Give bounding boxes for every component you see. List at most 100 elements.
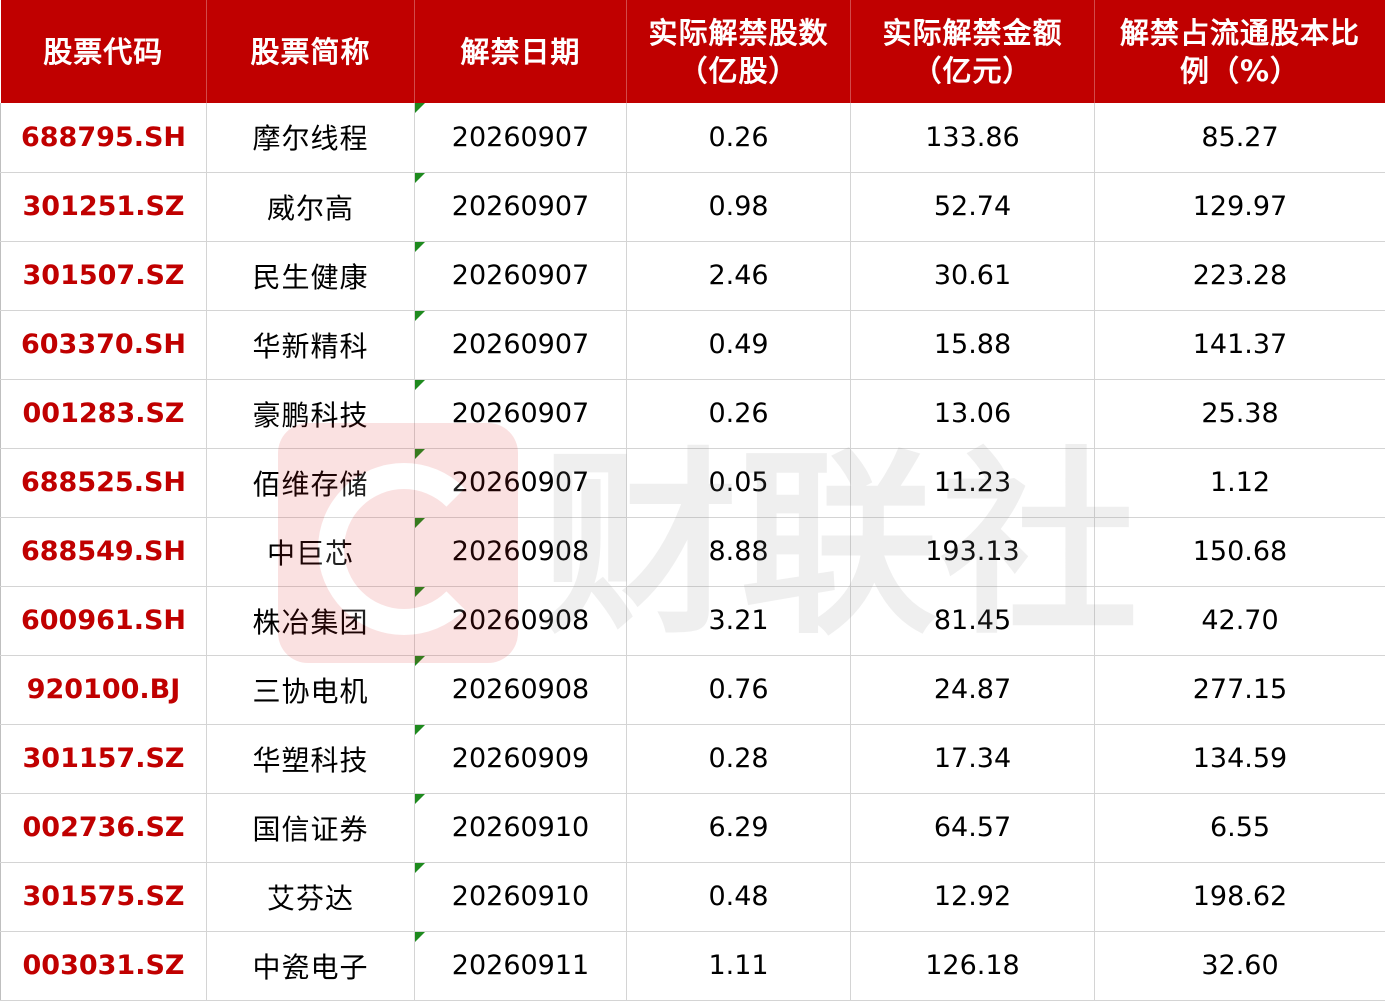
cell-unlock-shares[interactable]: 0.49 (627, 310, 851, 379)
cell-unlock-amount[interactable]: 133.86 (851, 103, 1095, 172)
cell-stock-name[interactable]: 民生健康 (207, 241, 415, 310)
cell-float-ratio[interactable]: 6.55 (1095, 793, 1385, 862)
cell-stock-code[interactable]: 600961.SH (1, 586, 207, 655)
number-as-text-flag-icon (415, 311, 425, 321)
cell-unlock-amount[interactable]: 17.34 (851, 724, 1095, 793)
cell-unlock-date[interactable]: 20260907 (415, 310, 627, 379)
cell-float-ratio-text: 42.70 (1201, 605, 1278, 636)
cell-unlock-amount[interactable]: 64.57 (851, 793, 1095, 862)
cell-unlock-date[interactable]: 20260910 (415, 862, 627, 931)
cell-unlock-shares[interactable]: 0.05 (627, 448, 851, 517)
cell-unlock-amount[interactable]: 81.45 (851, 586, 1095, 655)
cell-unlock-date[interactable]: 20260907 (415, 448, 627, 517)
cell-stock-name-text: 威尔高 (267, 192, 354, 225)
cell-float-ratio[interactable]: 198.62 (1095, 862, 1385, 931)
cell-unlock-amount-text: 52.74 (934, 191, 1011, 222)
cell-unlock-date[interactable]: 20260907 (415, 241, 627, 310)
cell-unlock-date[interactable]: 20260907 (415, 379, 627, 448)
cell-float-ratio[interactable]: 141.37 (1095, 310, 1385, 379)
cell-unlock-amount[interactable]: 12.92 (851, 862, 1095, 931)
cell-float-ratio[interactable]: 150.68 (1095, 517, 1385, 586)
cell-stock-name[interactable]: 中瓷电子 (207, 931, 415, 1000)
cell-stock-name-text: 华新精科 (252, 330, 368, 363)
cell-stock-name[interactable]: 华塑科技 (207, 724, 415, 793)
cell-stock-name[interactable]: 威尔高 (207, 172, 415, 241)
cell-stock-code[interactable]: 603370.SH (1, 310, 207, 379)
cell-float-ratio[interactable]: 129.97 (1095, 172, 1385, 241)
cell-unlock-shares[interactable]: 0.26 (627, 379, 851, 448)
cell-unlock-amount[interactable]: 30.61 (851, 241, 1095, 310)
cell-stock-name[interactable]: 艾芬达 (207, 862, 415, 931)
cell-unlock-date[interactable]: 20260908 (415, 655, 627, 724)
cell-stock-name-text: 国信证券 (252, 813, 368, 846)
cell-stock-code-text: 603370.SH (21, 329, 186, 360)
cell-stock-name-text: 民生健康 (252, 261, 368, 294)
cell-stock-name[interactable]: 摩尔线程 (207, 103, 415, 172)
table-header: 股票代码 股票简称 解禁日期 实际解禁股数（亿股） 实际解禁金额（亿元） 解禁占… (1, 0, 1385, 103)
cell-stock-name[interactable]: 国信证券 (207, 793, 415, 862)
cell-unlock-shares[interactable]: 0.26 (627, 103, 851, 172)
number-as-text-flag-icon (415, 587, 425, 597)
cell-stock-code[interactable]: 002736.SZ (1, 793, 207, 862)
number-as-text-flag-icon (415, 794, 425, 804)
cell-unlock-amount[interactable]: 126.18 (851, 931, 1095, 1000)
cell-stock-code[interactable]: 301157.SZ (1, 724, 207, 793)
cell-unlock-amount-text: 30.61 (934, 260, 1011, 291)
cell-stock-code[interactable]: 003031.SZ (1, 931, 207, 1000)
cell-unlock-date[interactable]: 20260908 (415, 586, 627, 655)
cell-stock-code[interactable]: 301575.SZ (1, 862, 207, 931)
cell-float-ratio[interactable]: 42.70 (1095, 586, 1385, 655)
cell-stock-code-text: 301251.SZ (23, 191, 185, 222)
cell-stock-name[interactable]: 豪鹏科技 (207, 379, 415, 448)
cell-float-ratio[interactable]: 1.12 (1095, 448, 1385, 517)
cell-unlock-amount[interactable]: 15.88 (851, 310, 1095, 379)
cell-stock-code[interactable]: 301251.SZ (1, 172, 207, 241)
cell-unlock-shares[interactable]: 6.29 (627, 793, 851, 862)
cell-stock-code[interactable]: 688549.SH (1, 517, 207, 586)
cell-float-ratio[interactable]: 32.60 (1095, 931, 1385, 1000)
header-unlock-date: 解禁日期 (415, 0, 627, 103)
cell-stock-code-text: 688549.SH (21, 536, 186, 567)
cell-stock-name[interactable]: 华新精科 (207, 310, 415, 379)
cell-stock-name-text: 中瓷电子 (252, 951, 368, 984)
cell-unlock-amount[interactable]: 24.87 (851, 655, 1095, 724)
cell-unlock-date[interactable]: 20260908 (415, 517, 627, 586)
cell-unlock-shares[interactable]: 0.98 (627, 172, 851, 241)
cell-float-ratio[interactable]: 85.27 (1095, 103, 1385, 172)
cell-float-ratio[interactable]: 223.28 (1095, 241, 1385, 310)
cell-float-ratio[interactable]: 277.15 (1095, 655, 1385, 724)
cell-stock-code[interactable]: 301507.SZ (1, 241, 207, 310)
cell-stock-name[interactable]: 佰维存储 (207, 448, 415, 517)
cell-unlock-shares[interactable]: 0.48 (627, 862, 851, 931)
cell-unlock-amount[interactable]: 13.06 (851, 379, 1095, 448)
cell-stock-code[interactable]: 688795.SH (1, 103, 207, 172)
cell-unlock-amount[interactable]: 193.13 (851, 517, 1095, 586)
cell-stock-name[interactable]: 中巨芯 (207, 517, 415, 586)
cell-unlock-date[interactable]: 20260911 (415, 931, 627, 1000)
cell-float-ratio-text: 198.62 (1193, 881, 1287, 912)
cell-unlock-date[interactable]: 20260909 (415, 724, 627, 793)
cell-unlock-shares[interactable]: 8.88 (627, 517, 851, 586)
cell-unlock-shares[interactable]: 0.28 (627, 724, 851, 793)
cell-unlock-shares[interactable]: 0.76 (627, 655, 851, 724)
cell-unlock-amount[interactable]: 11.23 (851, 448, 1095, 517)
cell-float-ratio[interactable]: 25.38 (1095, 379, 1385, 448)
cell-stock-code[interactable]: 920100.BJ (1, 655, 207, 724)
lockup-expiry-table: 股票代码 股票简称 解禁日期 实际解禁股数（亿股） 实际解禁金额（亿元） 解禁占… (0, 0, 1385, 1001)
cell-unlock-date[interactable]: 20260907 (415, 103, 627, 172)
spreadsheet-view: 股票代码 股票简称 解禁日期 实际解禁股数（亿股） 实际解禁金额（亿元） 解禁占… (0, 0, 1385, 1000)
number-as-text-flag-icon (415, 725, 425, 735)
cell-unlock-shares[interactable]: 1.11 (627, 931, 851, 1000)
cell-unlock-date[interactable]: 20260907 (415, 172, 627, 241)
cell-unlock-date[interactable]: 20260910 (415, 793, 627, 862)
cell-unlock-shares[interactable]: 3.21 (627, 586, 851, 655)
cell-unlock-shares[interactable]: 2.46 (627, 241, 851, 310)
cell-unlock-amount[interactable]: 52.74 (851, 172, 1095, 241)
cell-float-ratio[interactable]: 134.59 (1095, 724, 1385, 793)
cell-unlock-shares-text: 0.05 (708, 467, 768, 498)
cell-stock-code[interactable]: 688525.SH (1, 448, 207, 517)
cell-stock-name[interactable]: 三协电机 (207, 655, 415, 724)
cell-stock-code-text: 688525.SH (21, 467, 186, 498)
cell-stock-name[interactable]: 株冶集团 (207, 586, 415, 655)
cell-stock-code[interactable]: 001283.SZ (1, 379, 207, 448)
